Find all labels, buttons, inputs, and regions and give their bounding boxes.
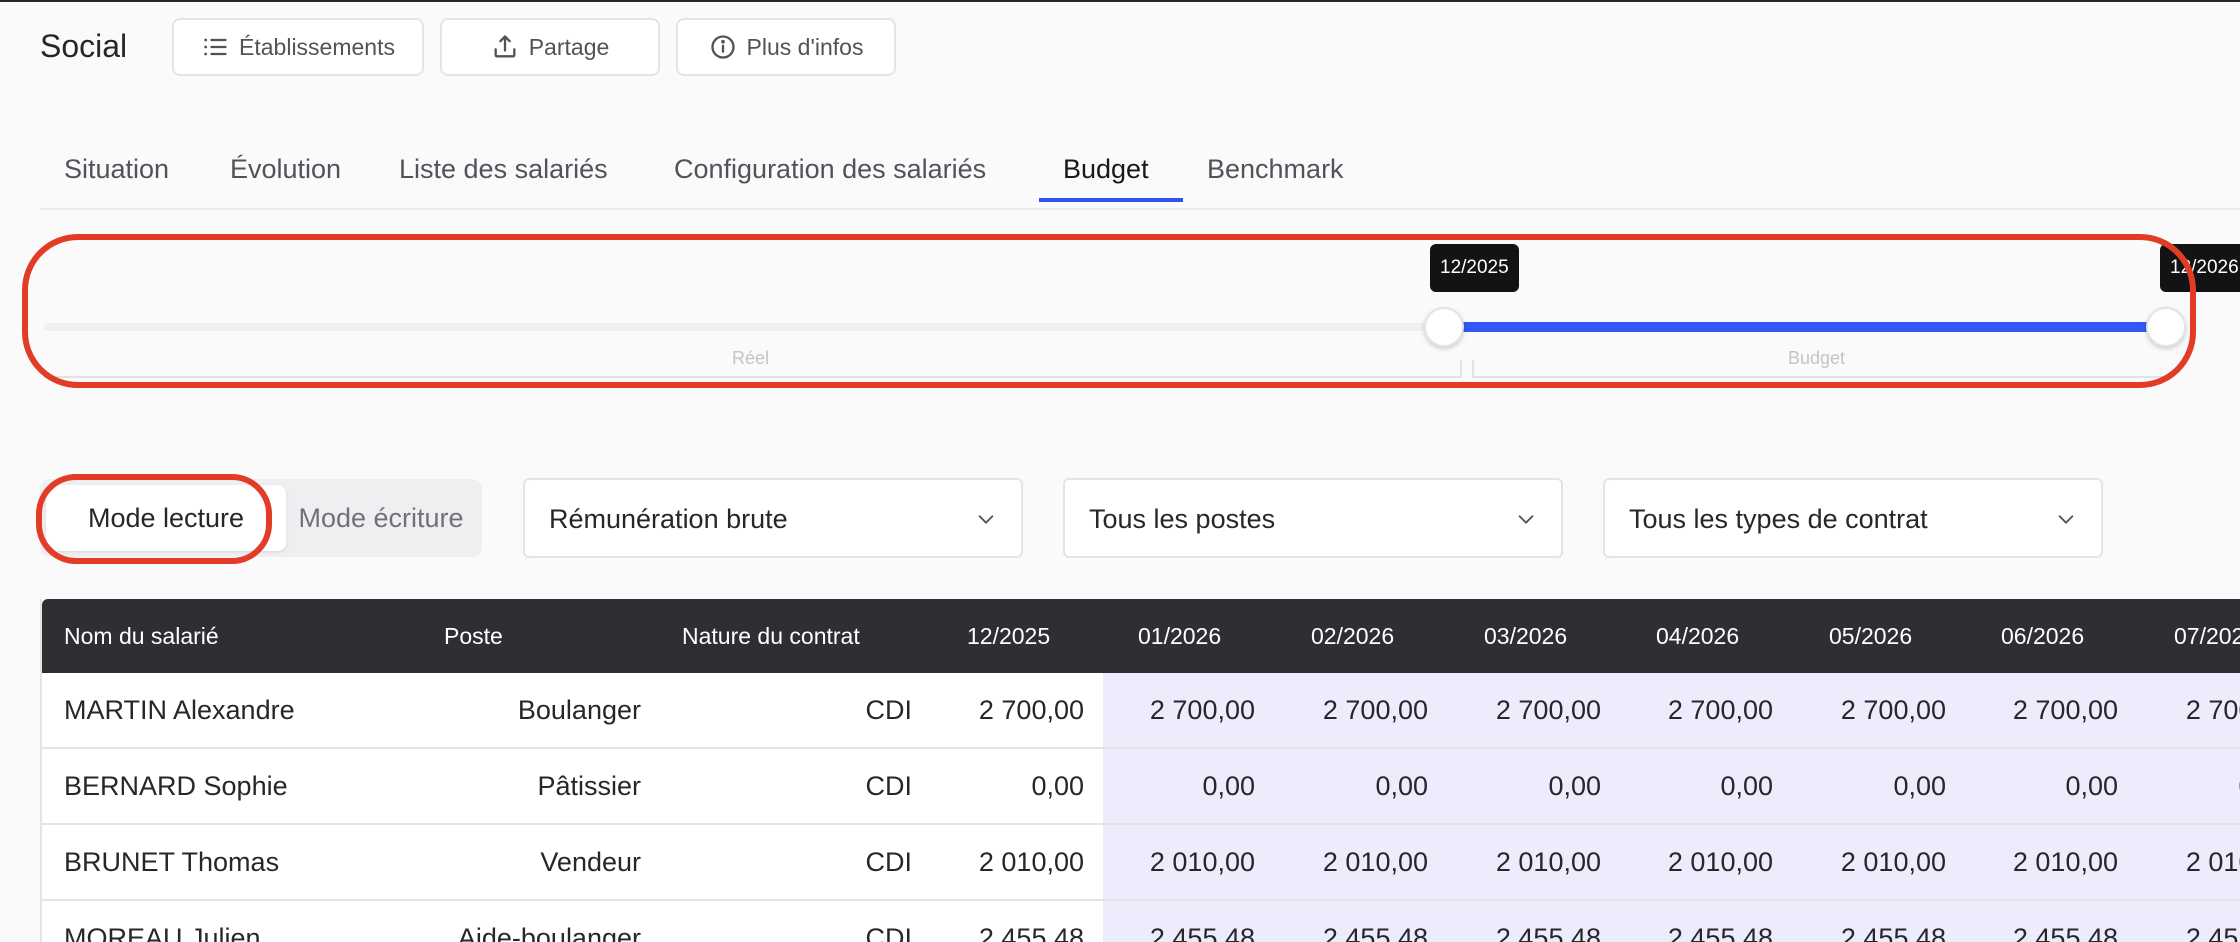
active-tab-indicator: [1039, 198, 1183, 202]
cell-contrat: CDI: [865, 923, 913, 942]
info-icon: [710, 35, 735, 59]
cell-value: 0,00: [1375, 771, 1428, 801]
tab-liste-salaries[interactable]: Liste des salariés: [399, 154, 608, 185]
col-header-nom[interactable]: Nom du salarié: [64, 623, 219, 650]
cell-value: 2 455,48: [1322, 923, 1428, 942]
cell-value: 2 010,00: [1840, 847, 1946, 877]
tab-evolution[interactable]: Évolution: [230, 154, 341, 185]
cell-value: 2 010,00: [2185, 847, 2240, 877]
mode-ecriture-button[interactable]: Mode écriture: [286, 485, 476, 551]
cell-name: BRUNET Thomas: [64, 847, 280, 877]
cell-name: MARTIN Alexandre: [64, 695, 295, 725]
share-upload-icon: [494, 35, 516, 58]
cell-contrat: CDI: [865, 847, 913, 877]
chevron-down-icon: [2058, 515, 2074, 524]
cell-name: MOREAU Julien: [64, 923, 261, 942]
cell-value: 2 455,48: [2012, 923, 2118, 942]
partage-label: Partage: [528, 33, 610, 60]
remuneration-select[interactable]: Rémunération brute: [523, 478, 1023, 558]
cell-value: 0,00: [2065, 771, 2118, 801]
remuneration-select-value: Rémunération brute: [549, 504, 788, 534]
postes-select[interactable]: Tous les postes: [1063, 478, 1563, 558]
plus-infos-label: Plus d'infos: [746, 33, 864, 60]
chevron-down-icon: [1518, 515, 1534, 524]
window-top-border: [0, 0, 2240, 2]
cell-name: BERNARD Sophie: [64, 771, 288, 801]
cell-value: 2 455,48: [1840, 923, 1946, 942]
etablissements-label: Établissements: [239, 33, 395, 60]
tab-configuration-salaries[interactable]: Configuration des salariés: [674, 154, 986, 185]
table-header: Nom du salarié Poste Nature du contrat 1…: [42, 599, 2240, 673]
page-title: Social: [40, 28, 128, 64]
cell-value: 2 700,00: [1322, 695, 1428, 725]
budget-table: Nom du salarié Poste Nature du contrat 1…: [40, 599, 2240, 942]
cell-value: 2 010,00: [1667, 847, 1773, 877]
col-header-month[interactable]: 02/2026: [1311, 623, 1394, 650]
cell-value: 2 700,00: [1667, 695, 1773, 725]
cell-poste: Aide-boulanger: [457, 923, 641, 942]
cell-value: 2 010,00: [2012, 847, 2118, 877]
cell-poste: Pâtissier: [537, 771, 641, 801]
list-icon: [204, 38, 227, 56]
cell-value: 2 455,48: [2185, 923, 2240, 942]
cell-value: 0,00: [1720, 771, 1773, 801]
slider-highlight-annotation: [22, 234, 2196, 388]
cell-value: 2 700,00: [1840, 695, 1946, 725]
table-row[interactable]: BRUNET Thomas Vendeur CDI 2 010,00 2 010,00 2…: [42, 825, 2240, 901]
cell-value: 0,00: [1548, 771, 1601, 801]
cell-value: 2 700,00: [2012, 695, 2118, 725]
col-header-month[interactable]: 03/2026: [1484, 623, 1567, 650]
cell-contrat: CDI: [865, 771, 913, 801]
contrats-select-value: Tous les types de contrat: [1629, 504, 1928, 534]
cell-value: 2 455,48: [978, 923, 1084, 942]
cell-poste: Boulanger: [517, 695, 641, 725]
cell-poste: Vendeur: [540, 847, 641, 877]
tab-situation[interactable]: Situation: [64, 154, 169, 185]
col-header-month[interactable]: 01/2026: [1138, 623, 1221, 650]
col-header-poste[interactable]: Poste: [444, 623, 503, 650]
contrats-select[interactable]: Tous les types de contrat: [1603, 478, 2103, 558]
col-header-month[interactable]: 04/2026: [1656, 623, 1739, 650]
cell-value: 2 010,00: [1149, 847, 1255, 877]
cell-value: 2 455,48: [1495, 923, 1601, 942]
table-row[interactable]: MOREAU Julien Aide-boulanger CDI 2 455,48 2 …: [42, 901, 2240, 942]
table-row[interactable]: BERNARD Sophie Pâtissier CDI 0,00 0,00 0,00 0,…: [42, 749, 2240, 825]
partage-button[interactable]: Partage: [440, 18, 660, 76]
mode-highlight-annotation: [36, 474, 272, 564]
cell-contrat: CDI: [865, 695, 913, 725]
col-header-month[interactable]: 12/2025: [967, 623, 1050, 650]
cell-value: 2 700,00: [978, 695, 1084, 725]
cell-value: 2 455,48: [1667, 923, 1773, 942]
cell-value: 2 010,00: [1322, 847, 1428, 877]
table-row[interactable]: MARTIN Alexandre Boulanger CDI 2 700,00 2 70…: [42, 673, 2240, 749]
col-header-month[interactable]: 05/2026: [1829, 623, 1912, 650]
cell-value: 0,00: [1202, 771, 1255, 801]
col-header-month[interactable]: 07/2026: [2174, 623, 2240, 650]
cell-value: 2 010,00: [978, 847, 1084, 877]
tab-benchmark[interactable]: Benchmark: [1207, 154, 1344, 185]
cell-value: 2 010,00: [1495, 847, 1601, 877]
cell-value: 2 700,00: [2185, 695, 2240, 725]
plus-infos-button[interactable]: Plus d'infos: [676, 18, 896, 76]
cell-value: 0,00: [1893, 771, 1946, 801]
cell-value: 0,00: [1031, 771, 1084, 801]
cell-value: 2 700,00: [1495, 695, 1601, 725]
etablissements-button[interactable]: Établissements: [172, 18, 424, 76]
postes-select-value: Tous les postes: [1089, 504, 1276, 534]
cell-value: 2 700,00: [1149, 695, 1255, 725]
cell-value: 2 455,48: [1149, 923, 1255, 942]
chevron-down-icon: [978, 515, 994, 524]
tab-budget[interactable]: Budget: [1063, 154, 1149, 185]
col-header-contrat[interactable]: Nature du contrat: [682, 623, 860, 650]
col-header-month[interactable]: 06/2026: [2001, 623, 2084, 650]
